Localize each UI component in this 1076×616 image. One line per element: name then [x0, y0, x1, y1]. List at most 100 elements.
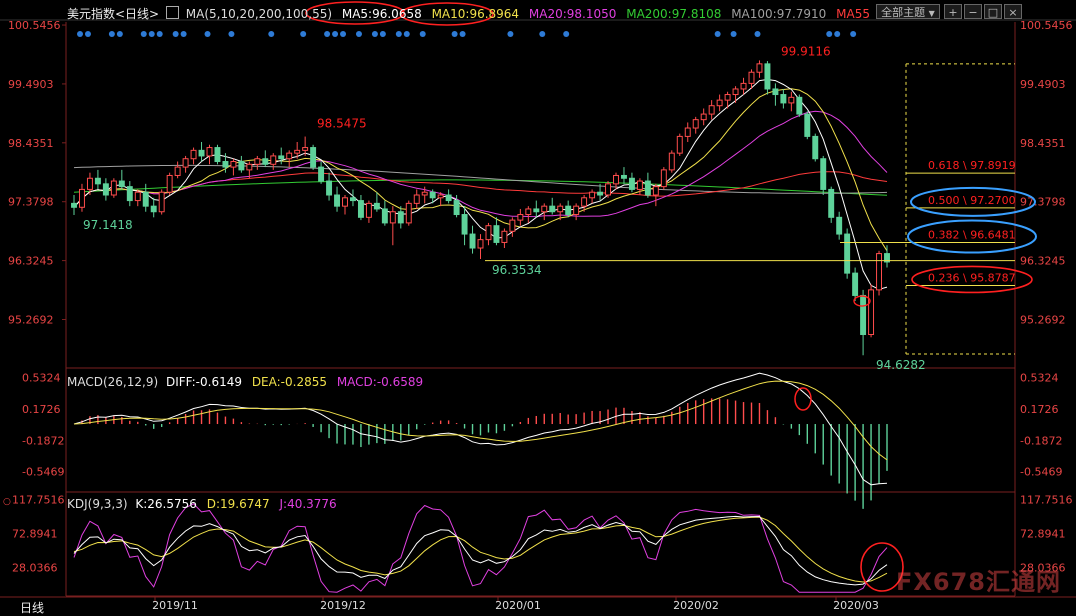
signal-dot [419, 31, 426, 37]
settings-icon[interactable] [165, 6, 179, 19]
ma10-value: MA10:96.8964 [431, 7, 520, 21]
y-tick-label-right: 98.4351 [1020, 137, 1066, 150]
candle-body [804, 113, 811, 137]
instrument-title[interactable]: 美元指数<日线> [67, 7, 159, 21]
signal-dot [332, 31, 339, 37]
candle-body [469, 233, 476, 249]
candle-body [150, 205, 157, 213]
ma-label: MA(5,10,20,200,100,55) [185, 7, 333, 21]
signal-dot [459, 31, 466, 37]
candle-body [198, 149, 205, 157]
y-tick-label-left: 96.3245 [8, 255, 54, 268]
candle-body [206, 147, 213, 157]
candle-body [652, 186, 659, 196]
candle-body [764, 63, 771, 90]
period-label[interactable]: 日线 [20, 599, 44, 616]
candle-body [421, 191, 428, 196]
ma200-value: MA200:97.8108 [626, 7, 722, 21]
candle-body [644, 180, 651, 196]
signal-dot [108, 31, 115, 37]
macd-value: MACD:-0.6589 [336, 375, 424, 389]
candle-body [501, 230, 508, 243]
candle-body [286, 152, 293, 160]
signal-dot [77, 31, 83, 37]
candle-body [525, 208, 532, 216]
candle-body [740, 82, 747, 90]
candle-body [716, 99, 723, 107]
macd-y-tick-left: -0.5469 [22, 466, 64, 479]
candle-body [549, 205, 556, 213]
kdj-label: KDJ(9,3,3) [67, 497, 128, 511]
macd-y-tick-right: 0.1726 [1020, 403, 1059, 416]
signal-dot [324, 31, 331, 37]
candle-body [628, 177, 635, 190]
theme-select[interactable]: 全部主题 ▼ [876, 4, 940, 19]
candle-body [788, 96, 795, 104]
signal-dot [395, 31, 402, 37]
x-tick-label: 2020/01 [495, 599, 541, 612]
x-tick-label: 2020/02 [673, 599, 719, 612]
signal-dot [507, 31, 514, 37]
kdj-y-tick-left: 28.0366 [12, 561, 58, 574]
signal-dot [172, 31, 179, 37]
candle-body [597, 191, 604, 196]
candle-body [174, 166, 181, 176]
macd-dea-line [73, 380, 888, 461]
signal-dot [156, 31, 163, 37]
candle-body [302, 147, 309, 151]
x-tick-label: 2019/11 [152, 599, 198, 612]
signal-dot [714, 31, 721, 37]
kdj-d: D:19.6747 [206, 497, 270, 511]
chevron-down-icon: ▼ [928, 9, 935, 18]
candle-body [836, 216, 843, 235]
candle-body [812, 135, 819, 160]
candle-body [668, 152, 675, 171]
candle-body [565, 205, 572, 216]
y-tick-label-left: 98.4351 [8, 137, 54, 150]
candle-body [381, 208, 388, 224]
minimize-button[interactable]: − [964, 4, 982, 19]
candle-body [676, 135, 683, 154]
macd-y-tick-right: -0.1872 [1020, 434, 1062, 447]
candle-body [860, 294, 867, 336]
candle-body [852, 272, 859, 296]
candle-body [796, 96, 803, 115]
candle-body [222, 161, 229, 168]
signal-dot [834, 31, 841, 37]
signal-dot [84, 31, 91, 37]
macd-label: MACD(26,12,9) [67, 375, 159, 389]
signal-dot [140, 31, 147, 37]
kdj-d-line [73, 516, 888, 583]
candle-body [262, 158, 269, 165]
candle-body [94, 177, 101, 185]
macd-dea: DEA:-0.2855 [251, 375, 327, 389]
signal-dot [539, 31, 546, 37]
ma20-value: MA20:98.1050 [528, 7, 617, 21]
candle-body [270, 155, 277, 165]
candle-body [748, 71, 755, 84]
maximize-button[interactable]: □ [984, 4, 1002, 19]
macd-y-tick-left: 0.5324 [22, 372, 61, 385]
candle-body [557, 205, 564, 213]
add-window-button[interactable]: + [944, 4, 962, 19]
signal-dot [403, 31, 410, 37]
candle-body [238, 161, 245, 171]
candle-body [142, 191, 149, 207]
candle-body [509, 219, 516, 232]
candle-body [246, 163, 253, 171]
candle-body [86, 177, 93, 190]
candle-body [373, 202, 380, 210]
close-button[interactable]: × [1004, 4, 1022, 19]
candle-body [573, 205, 580, 216]
candle-body [453, 200, 460, 216]
x-tick-label: 2019/12 [320, 599, 366, 612]
candle-body [214, 147, 221, 163]
candle-body [230, 161, 237, 168]
candle-body [357, 200, 364, 218]
low-price-label: 94.6282 [876, 358, 926, 372]
high-price-label: 99.9116 [781, 44, 831, 58]
fib-level-label: 0.236 \ 95.8787 [928, 271, 1016, 284]
candle-body [71, 202, 77, 208]
ma5-value: MA5:96.0658 [341, 7, 422, 21]
signal-dot [451, 31, 458, 37]
